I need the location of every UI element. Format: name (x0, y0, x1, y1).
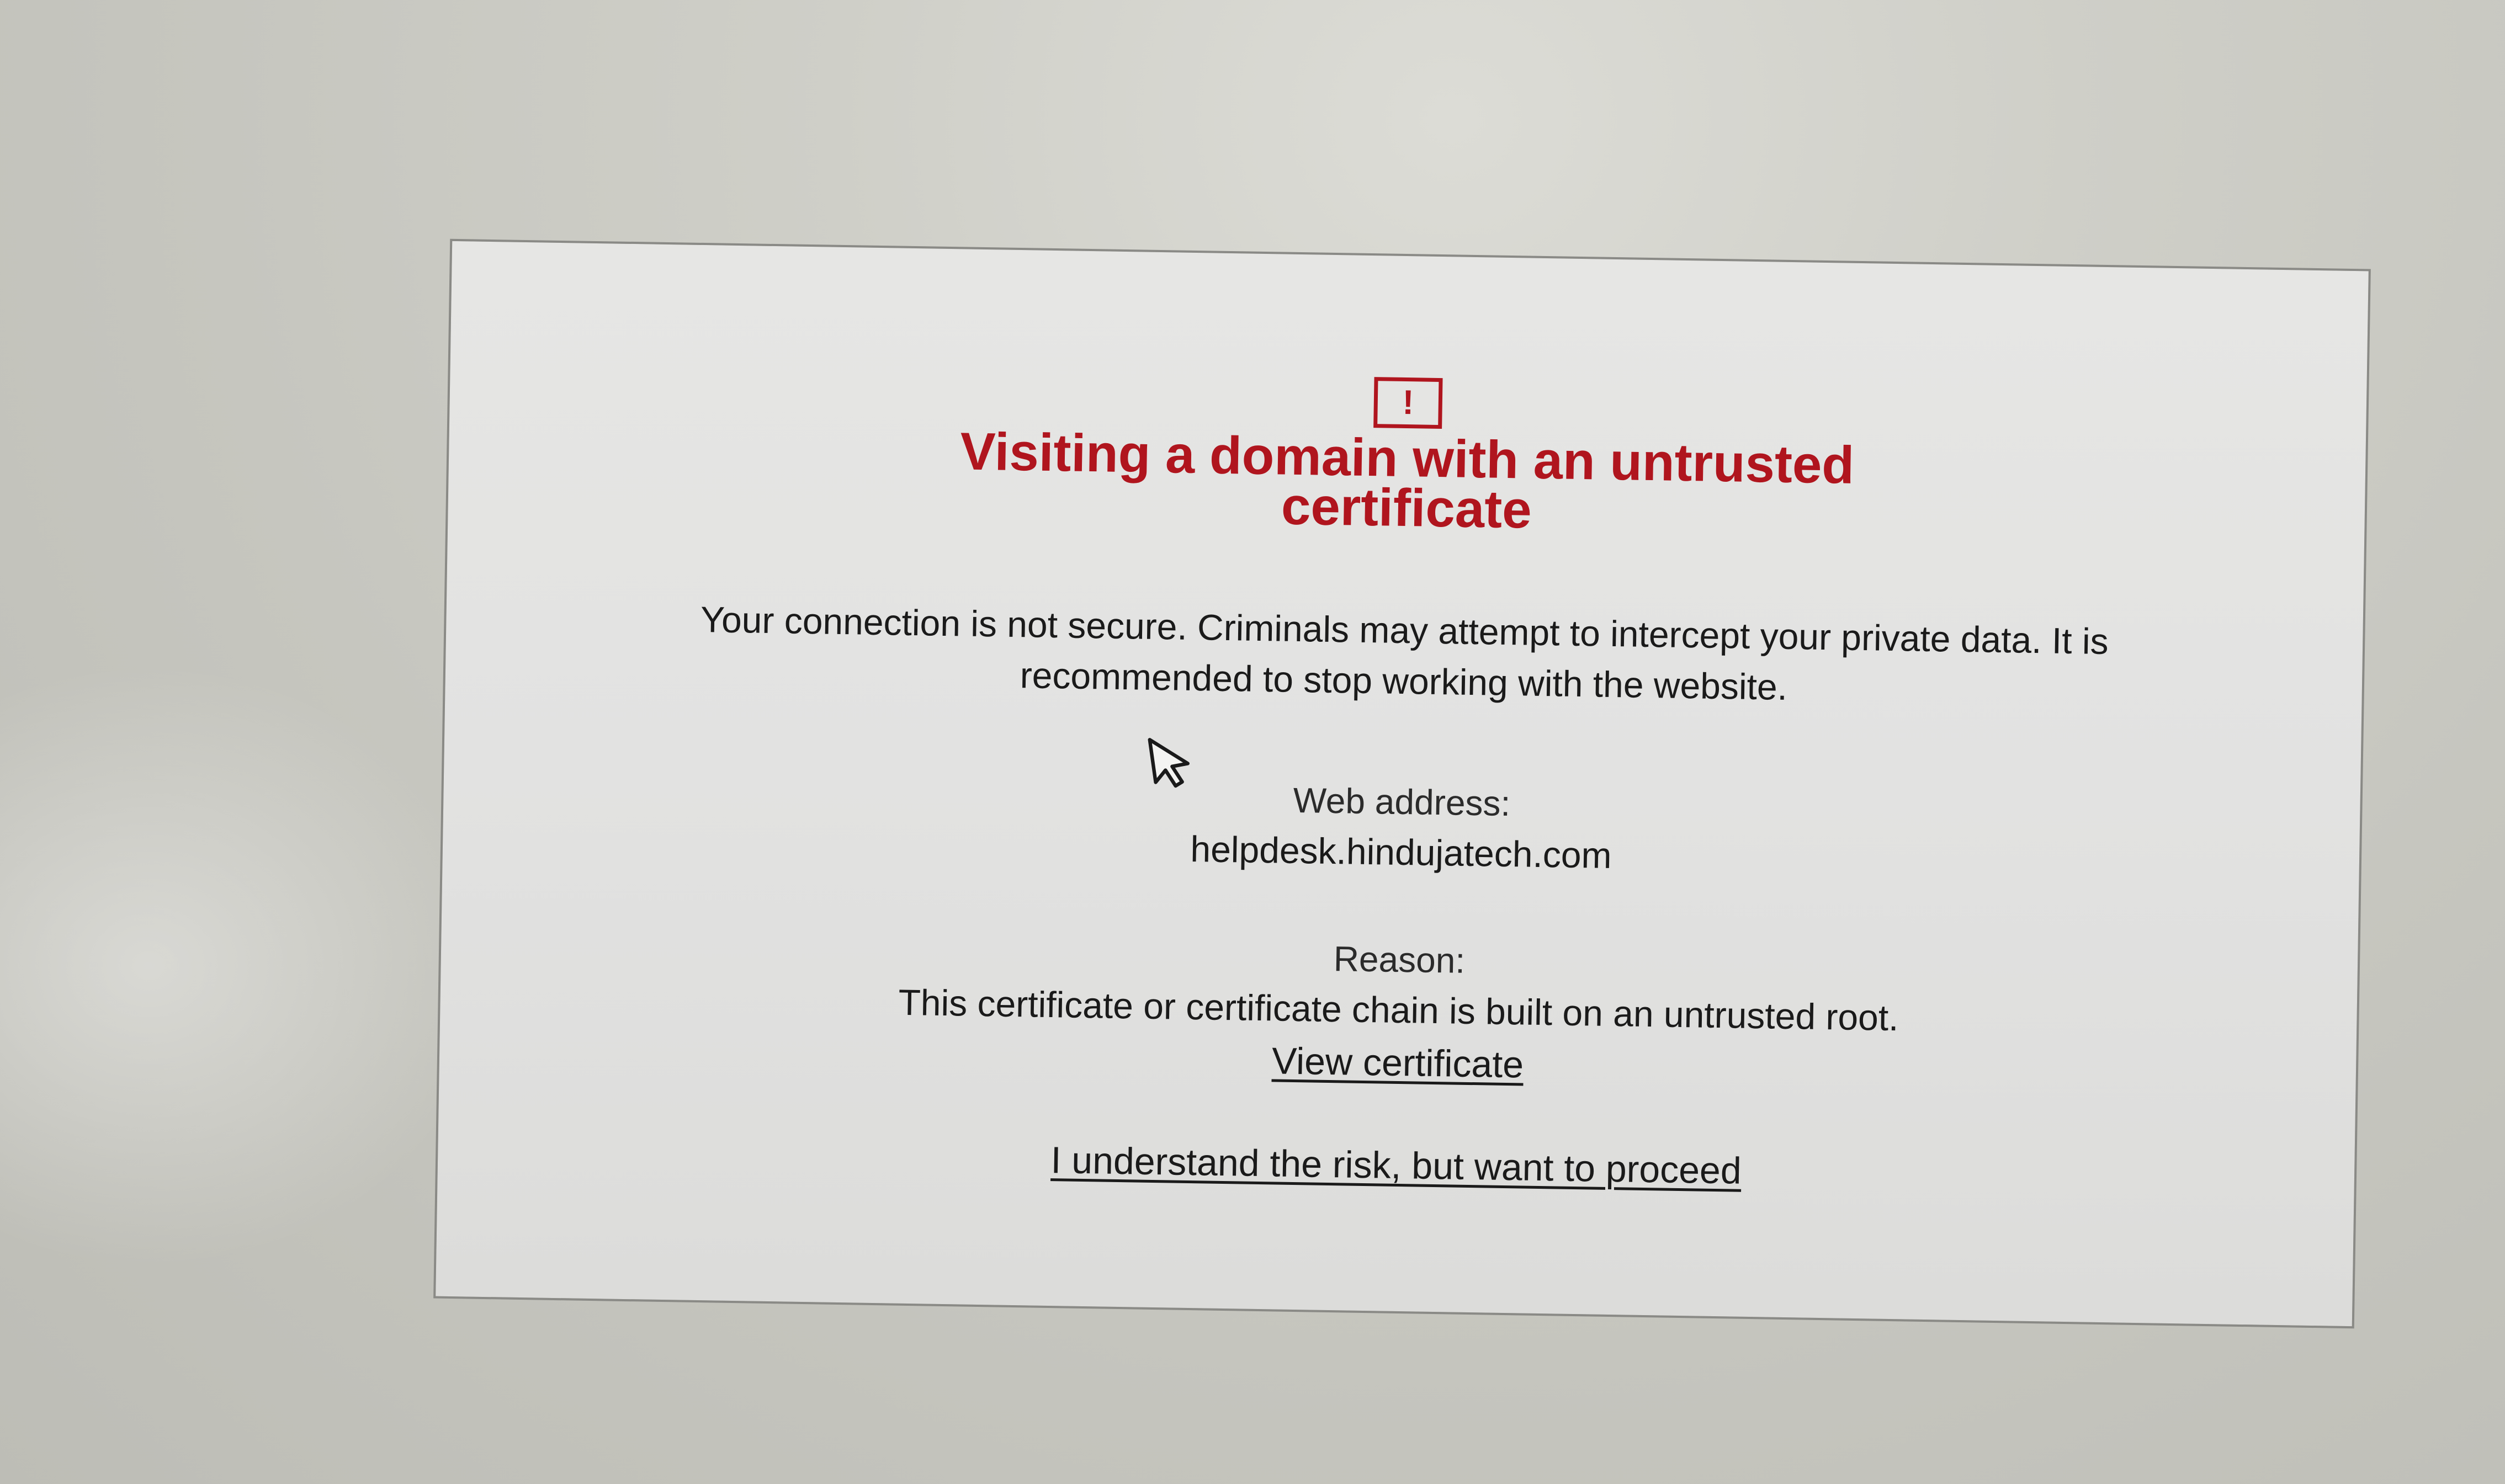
dialog-content: ! Visiting a domain with an untrusted ce… (438, 363, 2367, 1207)
screen-glare (0, 662, 497, 1269)
dialog-title: Visiting a domain with an untrusted cert… (959, 422, 1855, 540)
view-certificate-link[interactable]: View certificate (1271, 1034, 1524, 1091)
mouse-pointer-icon (1148, 738, 1190, 788)
proceed-anyway-link[interactable]: I understand the risk, but want to proce… (1050, 1134, 1742, 1198)
certificate-warning-dialog: ! Visiting a domain with an untrusted ce… (433, 238, 2371, 1329)
warning-message: Your connection is not secure. Criminals… (700, 599, 2109, 708)
warning-exclamation-icon: ! (1373, 377, 1443, 429)
